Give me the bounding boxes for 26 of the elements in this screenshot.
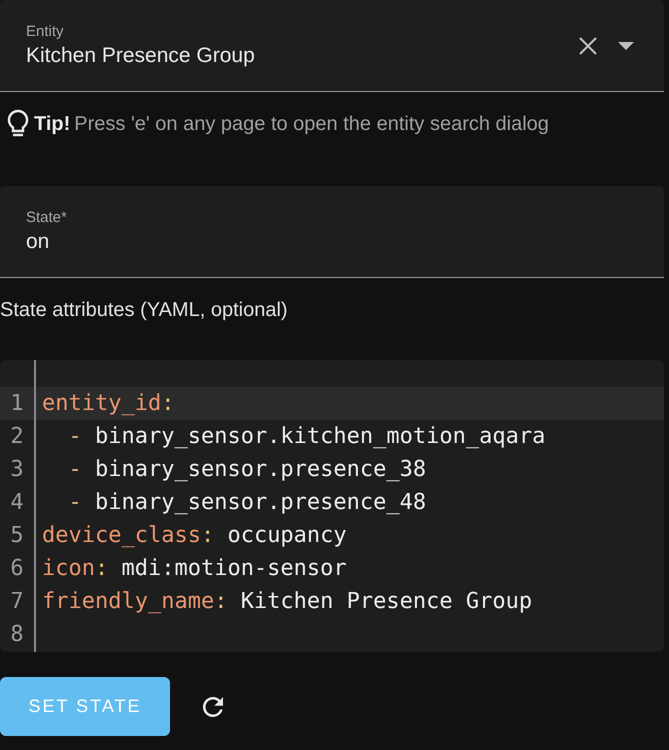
- field-value: on: [26, 230, 50, 254]
- code-text: friendly_name: Kitchen Presence Group: [41, 589, 532, 614]
- state-field[interactable]: State* on: [0, 186, 664, 278]
- code-text: entity_id:: [41, 391, 174, 416]
- code-editor[interactable]: [0, 360, 664, 652]
- entity-field[interactable]: Entity Kitchen Presence Group: [0, 0, 664, 92]
- field-value: Kitchen Presence Group: [26, 44, 256, 68]
- line-number: 5: [9, 523, 25, 548]
- line-number: 8: [9, 622, 25, 647]
- attributes-label: State attributes (YAML, optional): [0, 298, 289, 322]
- lightbulb-icon: [6, 109, 30, 139]
- field-label: State*: [26, 209, 68, 226]
- code-text: device_class: occupancy: [41, 523, 347, 548]
- tip-text: Press 'e' on any page to open the entity search dialog: [74, 112, 549, 136]
- code-text: - binary_sensor.presence_38: [68, 457, 426, 482]
- field-label: Entity: [26, 23, 65, 40]
- code-text: - binary_sensor.kitchen_motion_aqara: [68, 424, 546, 449]
- line-number: 6: [9, 556, 25, 581]
- line-number: 3: [9, 457, 25, 482]
- line-number: 2: [9, 424, 25, 449]
- line-number: 7: [9, 589, 25, 614]
- code-text: - binary_sensor.presence_48: [68, 490, 426, 515]
- line-number: 1: [9, 391, 25, 416]
- line-number: 4: [9, 490, 25, 515]
- tip-title: Tip!: [34, 112, 70, 136]
- code-text: icon: mdi:motion-sensor: [41, 556, 347, 581]
